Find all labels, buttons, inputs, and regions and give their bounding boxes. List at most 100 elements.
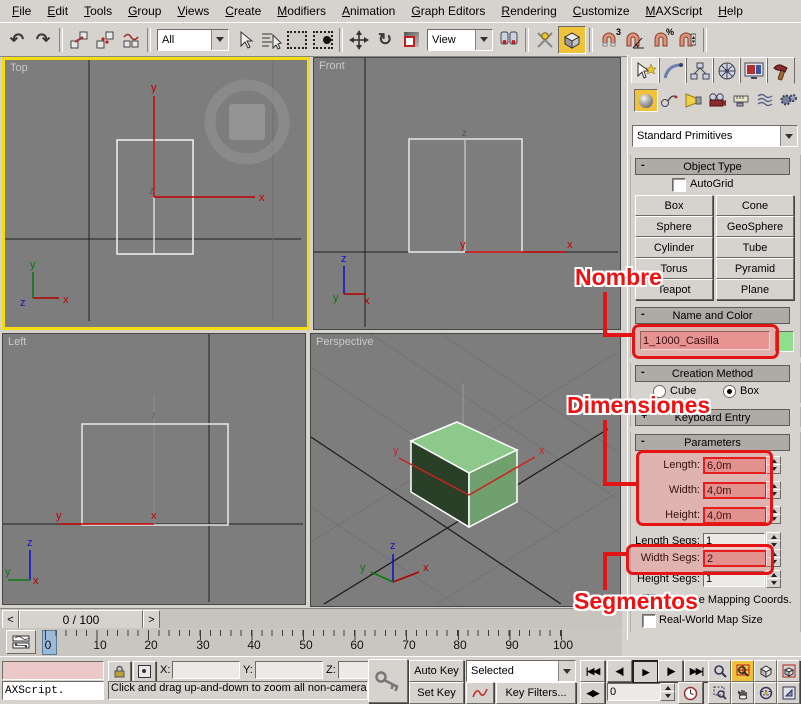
dropdown-arrow-icon[interactable] xyxy=(211,30,228,50)
real-world-checkbox[interactable] xyxy=(642,614,656,628)
height-input[interactable] xyxy=(703,507,767,524)
selection-lock-icon[interactable] xyxy=(108,661,131,682)
macro-recorder-field[interactable] xyxy=(2,661,104,680)
goto-start-icon[interactable]: |◀◀ xyxy=(580,660,605,682)
menu-edit[interactable]: Edit xyxy=(39,2,76,20)
dropdown-arrow-icon[interactable] xyxy=(780,126,797,146)
viewport-left[interactable]: Left y x z z y x xyxy=(2,333,306,605)
menu-customize[interactable]: Customize xyxy=(565,2,638,20)
percent-snap-icon[interactable]: % xyxy=(648,27,674,53)
width-input[interactable] xyxy=(703,482,767,499)
select-rotate-icon[interactable]: ↻ xyxy=(372,27,398,53)
cylinder-button[interactable]: Cylinder xyxy=(635,237,713,258)
bind-spacewarp-icon[interactable] xyxy=(118,27,144,53)
snap-toggle-3d-icon[interactable]: 3 xyxy=(596,27,622,53)
plane-button[interactable]: Plane xyxy=(716,279,794,300)
key-filters-button[interactable]: Key Filters... xyxy=(496,682,576,704)
select-scale-icon[interactable] xyxy=(398,27,424,53)
pyramid-button[interactable]: Pyramid xyxy=(716,258,794,279)
menu-modifiers[interactable]: Modifiers xyxy=(269,2,334,20)
region-zoom-icon[interactable] xyxy=(708,682,731,704)
selection-filter-dropdown[interactable]: All xyxy=(157,29,229,51)
maximize-viewport-toggle-icon[interactable] xyxy=(777,682,800,704)
set-key-button[interactable]: Set Key xyxy=(409,682,464,704)
time-slider-next[interactable]: > xyxy=(143,610,160,629)
key-mode-icon[interactable]: ◀▶ xyxy=(580,682,605,704)
viewport-left-label[interactable]: Left xyxy=(8,336,26,348)
next-frame-icon[interactable]: |▶ xyxy=(658,660,683,682)
rect-selection-region-icon[interactable] xyxy=(284,27,310,53)
select-manipulate-icon[interactable] xyxy=(532,27,558,53)
goto-end-icon[interactable]: ▶▶| xyxy=(684,660,709,682)
tube-button[interactable]: Tube xyxy=(716,237,794,258)
autogrid-checkbox[interactable] xyxy=(672,178,686,192)
dropdown-arrow-icon[interactable] xyxy=(558,661,575,681)
menu-graph-editors[interactable]: Graph Editors xyxy=(403,2,493,20)
cube-radio[interactable] xyxy=(653,385,666,398)
name-color-header[interactable]: - Name and Color xyxy=(635,307,790,324)
select-link-icon[interactable] xyxy=(66,27,92,53)
menu-animation[interactable]: Animation xyxy=(334,2,403,20)
y-coord-input[interactable] xyxy=(255,661,323,679)
use-pivot-center-icon[interactable] xyxy=(496,27,522,53)
absolute-mode-icon[interactable] xyxy=(133,661,156,682)
menu-maxscript[interactable]: MAXScript xyxy=(638,2,711,20)
x-coord-input[interactable] xyxy=(172,661,240,679)
box-radio[interactable] xyxy=(723,385,736,398)
menu-group[interactable]: Group xyxy=(120,2,169,20)
torus-button[interactable]: Torus xyxy=(635,258,713,279)
category-lights[interactable] xyxy=(682,89,704,110)
width-segs-spinner[interactable] xyxy=(766,549,779,565)
current-frame-input[interactable] xyxy=(607,683,663,701)
track-bar[interactable]: 0 10 20 30 40 50 60 70 80 90 100 xyxy=(0,628,622,656)
maxscript-listener-field[interactable] xyxy=(2,681,104,700)
menu-tools[interactable]: Tools xyxy=(76,2,120,20)
arc-rotate-icon[interactable] xyxy=(754,682,777,704)
height-segs-spinner[interactable] xyxy=(766,570,779,586)
spinner-snap-icon[interactable] xyxy=(674,27,700,53)
select-by-name-icon[interactable] xyxy=(258,27,284,53)
select-move-icon[interactable] xyxy=(346,27,372,53)
cone-button[interactable]: Cone xyxy=(716,195,794,216)
z-coord-input[interactable] xyxy=(338,661,370,679)
viewport-top-label[interactable]: Top xyxy=(10,62,28,74)
height-spinner[interactable] xyxy=(766,506,779,522)
viewport-front[interactable]: Front y x z z y x xyxy=(313,57,621,330)
tab-utilities[interactable] xyxy=(766,57,795,84)
dropdown-arrow-icon[interactable] xyxy=(475,30,492,50)
creation-method-header[interactable]: - Creation Method xyxy=(635,365,790,382)
category-spacewarps[interactable] xyxy=(754,89,776,110)
set-keys-key-button[interactable] xyxy=(368,659,408,703)
unlink-icon[interactable] xyxy=(92,27,118,53)
menu-create[interactable]: Create xyxy=(217,2,269,20)
width-segs-input[interactable] xyxy=(703,550,767,567)
viewport-perspective[interactable]: Perspective z y x z y x xyxy=(310,333,621,607)
length-segs-input[interactable] xyxy=(703,533,765,549)
reference-coord-dropdown[interactable]: View xyxy=(427,29,493,51)
viewport-top[interactable]: Top y x z y x z xyxy=(2,57,310,330)
object-color-swatch[interactable] xyxy=(775,331,794,352)
angle-snap-icon[interactable] xyxy=(622,27,648,53)
menu-help[interactable]: Help xyxy=(710,2,751,20)
time-slider-prev[interactable]: < xyxy=(2,610,19,629)
keyboard-entry-header[interactable]: + Keyboard Entry xyxy=(635,409,790,426)
parameters-header[interactable]: - Parameters xyxy=(635,434,790,451)
keyboard-override-icon[interactable] xyxy=(558,26,586,54)
time-configuration-icon[interactable] xyxy=(678,682,703,704)
length-spinner[interactable] xyxy=(766,456,779,472)
category-shapes[interactable] xyxy=(658,89,680,110)
pan-icon[interactable] xyxy=(731,682,754,704)
tab-motion[interactable] xyxy=(712,57,741,84)
sphere-button[interactable]: Sphere xyxy=(635,216,713,237)
default-in-out-tangents-icon[interactable] xyxy=(466,682,494,704)
teapot-button[interactable]: Teapot xyxy=(635,279,713,300)
viewport-perspective-label[interactable]: Perspective xyxy=(316,336,373,348)
redo-icon[interactable]: ↷ xyxy=(30,27,56,53)
frame-spinner[interactable] xyxy=(660,683,673,699)
undo-icon[interactable]: ↶ xyxy=(4,27,30,53)
viewport-front-label[interactable]: Front xyxy=(319,60,345,72)
zoom-extents-all-icon[interactable] xyxy=(777,660,800,682)
box-button[interactable]: Box xyxy=(635,195,713,216)
length-segs-spinner[interactable] xyxy=(766,532,779,548)
window-crossing-icon[interactable] xyxy=(310,27,336,53)
